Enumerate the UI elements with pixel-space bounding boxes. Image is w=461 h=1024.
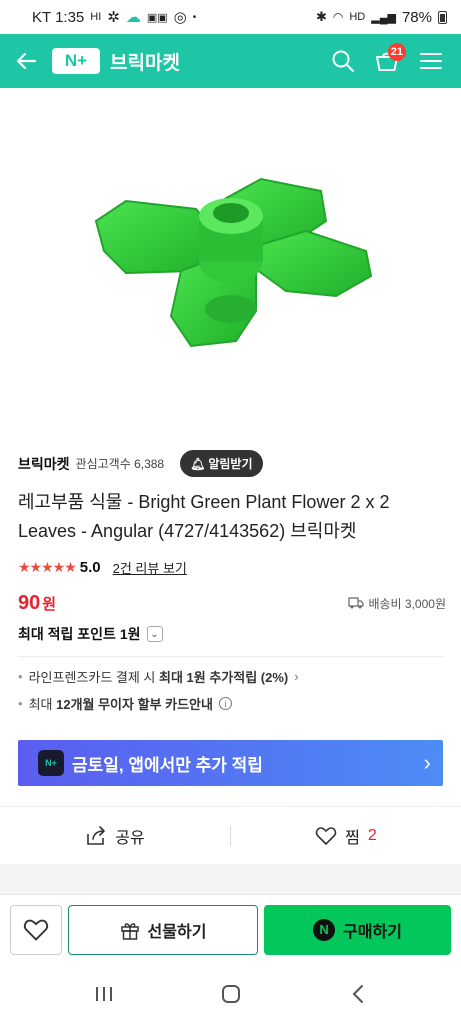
system-back-button[interactable] xyxy=(328,974,388,1014)
gift-button[interactable]: 선물하기 xyxy=(68,904,258,955)
store-info-row: 브릭마켓 관심고객수 6,388 🔔︎ 알림받기 xyxy=(18,450,263,477)
price-unit: 원 xyxy=(42,596,57,613)
promo-text: 금토일, 앱에서만 추가 적립 xyxy=(72,755,263,775)
battery-icon xyxy=(438,10,447,24)
cart-button[interactable]: 21 xyxy=(365,34,409,88)
zzim-button[interactable]: 찜 2 xyxy=(231,824,461,848)
lego-plant-flower-image xyxy=(94,177,372,347)
share-zzim-row: 공유 찜 2 xyxy=(0,806,461,864)
search-icon xyxy=(332,50,355,73)
price-value: 90 xyxy=(18,592,41,614)
truck-icon xyxy=(348,597,365,609)
home-button[interactable] xyxy=(201,974,261,1014)
price-row: 90 원 배송비 3,000원 xyxy=(18,592,446,615)
naver-plus-logo[interactable]: N+ xyxy=(52,48,100,74)
home-icon xyxy=(221,985,240,1003)
signal-icon: ▂▄▆ xyxy=(371,11,396,24)
cloud-icon: ☁ xyxy=(125,9,141,26)
search-button[interactable] xyxy=(321,34,365,88)
chevron-right-icon: › xyxy=(423,750,431,775)
max-points-label: 최대 적립 포인트 1원 xyxy=(18,626,141,642)
review-link[interactable]: 2건 리뷰 보기 xyxy=(113,558,187,577)
status-bar: KT 1:35 HI ✲ ☁ ▣▣ ◎ • ✱ ◠ HD ▂▄▆ 78% xyxy=(0,0,461,34)
naver-plus-logo-small: N+ xyxy=(38,750,64,776)
npay-icon: N xyxy=(313,918,336,941)
gift-icon xyxy=(120,922,139,940)
status-time: KT 1:35 xyxy=(32,8,85,26)
rating-row: ★★★★★ 5.0 2건 리뷰 보기 xyxy=(18,558,187,577)
bluetooth-icon: ✱ xyxy=(315,9,327,24)
more-dot: • xyxy=(192,11,197,23)
alarm-label: 알림받기 xyxy=(208,457,253,471)
share-icon xyxy=(87,825,106,845)
product-title: 레고부품 식물 - Bright Green Plant Flower 2 x … xyxy=(18,492,390,541)
card-benefit-text: 라인프렌즈카드 결제 시 최대 1원 추가적립 (2%) xyxy=(28,670,289,685)
battery-percent: 78% xyxy=(401,8,432,26)
divider xyxy=(18,656,443,657)
promo-banner[interactable]: N+ 금토일, 앱에서만 추가 적립 › xyxy=(18,740,443,786)
hd-indicator: HD xyxy=(349,11,366,23)
share-button[interactable]: 공유 xyxy=(0,824,230,848)
recent-apps-button[interactable] xyxy=(74,974,134,1014)
notification-subscribe-button[interactable]: 🔔︎ 알림받기 xyxy=(180,450,263,477)
back-arrow-icon xyxy=(16,52,37,70)
chevron-right-icon: › xyxy=(294,669,299,684)
section-spacer xyxy=(0,864,461,894)
installment-text: 최대 12개월 무이자 할부 카드안내 xyxy=(28,697,213,712)
card-benefit-row[interactable]: • 라인프렌즈카드 결제 시 최대 1원 추가적립 (2%) › xyxy=(18,667,299,686)
heart-icon xyxy=(23,919,49,941)
points-row[interactable]: 최대 적립 포인트 1원 ⌄ xyxy=(18,624,163,644)
shipping-fee: 배송비 3,000원 xyxy=(368,596,446,611)
store-name[interactable]: 브릭마켓 xyxy=(18,454,70,474)
bell-plus-icon: 🔔︎ xyxy=(190,456,206,471)
back-button[interactable] xyxy=(0,34,52,88)
cart-count-badge: 21 xyxy=(387,43,406,61)
zzim-label: 찜 xyxy=(345,829,360,847)
rating-score: 5.0 xyxy=(79,559,101,576)
info-icon[interactable]: i xyxy=(218,697,232,710)
installment-benefit-row[interactable]: • 최대 12개월 무이자 할부 카드안내 i xyxy=(18,694,232,713)
store-fan-count: 관심고객수 6,388 xyxy=(75,457,165,471)
buy-button[interactable]: N 구매하기 xyxy=(264,904,451,955)
shipping-info[interactable]: 배송비 3,000원 xyxy=(348,595,446,612)
purchase-bar: 선물하기 N 구매하기 xyxy=(0,894,461,964)
sync-icon: ◎ xyxy=(173,9,187,26)
rating-stars: ★★★★★ xyxy=(18,559,77,575)
bullet: • xyxy=(18,669,23,684)
fan-icon: ✲ xyxy=(107,9,120,26)
gift-label: 선물하기 xyxy=(147,923,207,941)
buy-label: 구매하기 xyxy=(343,923,402,941)
back-chevron-icon xyxy=(352,985,363,1003)
chevron-down-icon[interactable]: ⌄ xyxy=(146,626,163,642)
menu-button[interactable] xyxy=(409,34,453,88)
wishlist-button[interactable] xyxy=(10,904,62,955)
hamburger-menu-icon xyxy=(420,53,442,69)
bullet: • xyxy=(18,696,23,711)
zzim-count: 2 xyxy=(367,826,377,844)
product-image[interactable] xyxy=(0,88,461,433)
system-navigation-bar xyxy=(0,964,461,1024)
notification-icons: ▣▣ xyxy=(146,11,168,24)
top-app-bar: N+ 브릭마켓 21 xyxy=(0,34,461,88)
hi-indicator: HI xyxy=(90,11,102,23)
share-label: 공유 xyxy=(115,829,145,847)
wifi-icon: ◠ xyxy=(332,10,344,24)
recent-apps-icon xyxy=(95,987,112,1001)
store-title[interactable]: 브릭마켓 xyxy=(110,48,321,75)
heart-icon xyxy=(315,826,337,845)
